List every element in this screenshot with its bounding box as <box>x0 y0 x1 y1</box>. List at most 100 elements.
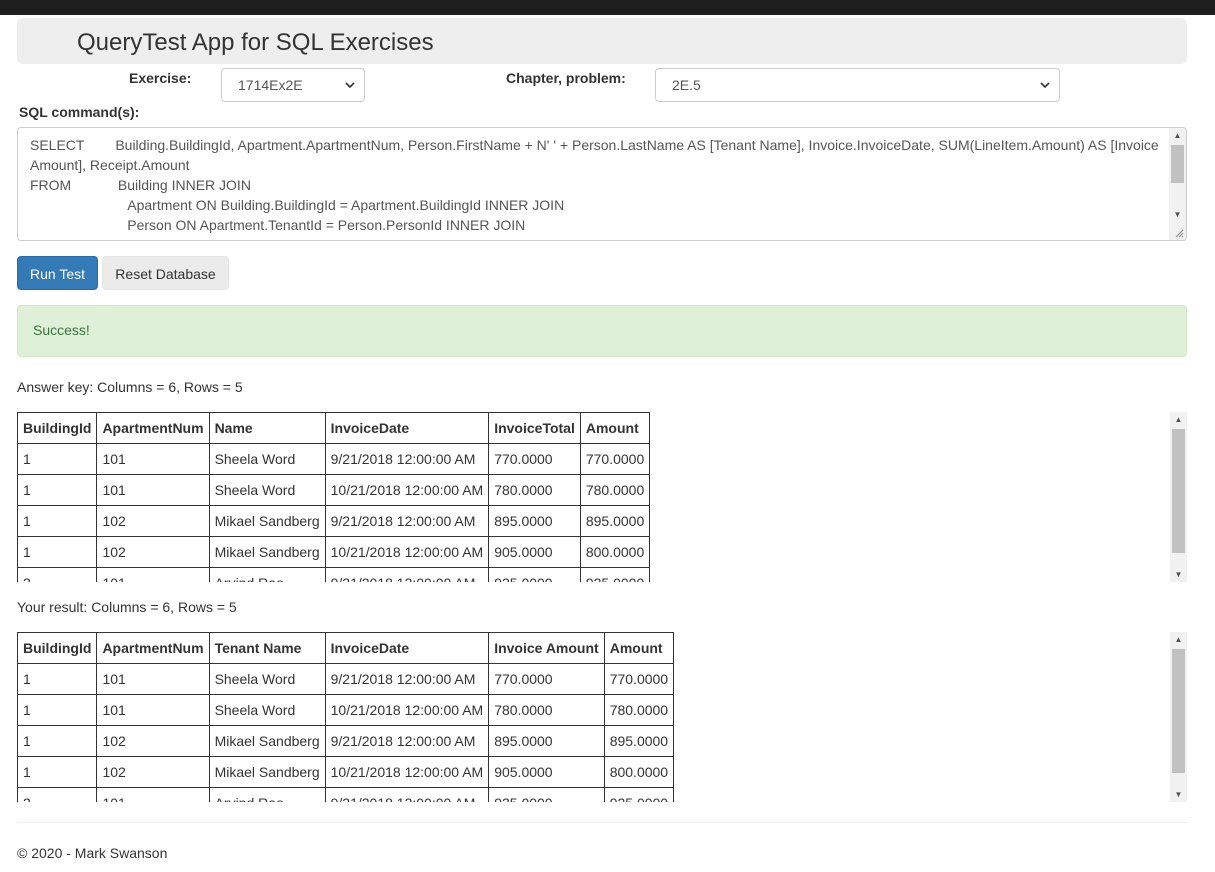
table-cell: 780.0000 <box>488 474 581 506</box>
chevron-down-icon <box>1040 82 1050 89</box>
table-row: 1 102 Mikael Sandberg 10/21/2018 12:00:00 A… <box>17 756 675 788</box>
chevron-down-icon <box>345 82 355 89</box>
column-header: Amount <box>603 632 675 664</box>
browser-top-bar <box>0 0 1215 15</box>
table-row: 1 102 Mikael Sandberg 10/21/2018 12:00:00 A… <box>17 536 651 568</box>
table-cell: 101 <box>96 567 210 582</box>
scrollbar-thumb[interactable] <box>1172 649 1185 773</box>
answer-key-table-container: BuildingId ApartmentNum Name InvoiceDate Inv… <box>17 412 1187 582</box>
column-header: BuildingId <box>17 632 98 664</box>
alert-message: Success! <box>33 322 90 338</box>
your-result-scrollbar[interactable]: ▲ ▼ <box>1170 632 1187 802</box>
table-row: 2101Arvind Rao9/21/2018 12:00:00 AM925.0… <box>17 567 651 582</box>
table-cell: 800.0000 <box>603 756 675 788</box>
table-cell: 895.0000 <box>488 505 581 537</box>
scroll-down-arrow-icon[interactable]: ▼ <box>1170 787 1187 802</box>
scroll-down-arrow-icon[interactable]: ▼ <box>1170 567 1187 582</box>
table-row: 1 102 Mikael Sandberg 9/21/2018 12:00:00 AM… <box>17 725 675 757</box>
scroll-up-arrow-icon[interactable]: ▲ <box>1169 128 1186 143</box>
table-cell: 101 <box>96 787 210 802</box>
answer-key-scrollbar[interactable]: ▲ ▼ <box>1170 412 1187 582</box>
scrollbar-thumb[interactable] <box>1172 429 1185 553</box>
run-test-button[interactable]: Run Test <box>17 256 98 290</box>
resize-grip-icon[interactable] <box>1174 228 1184 238</box>
table-cell: 1 <box>17 694 98 726</box>
column-header: Amount <box>579 412 651 444</box>
table-cell: 101 <box>96 663 210 695</box>
table-cell: 770.0000 <box>488 663 605 695</box>
table-cell: Mikael Sandberg <box>208 505 326 537</box>
table-cell: 101 <box>96 443 210 475</box>
table-cell: 1 <box>17 725 98 757</box>
table-cell: 102 <box>96 756 210 788</box>
table-row: 1 101 Sheela Word 10/21/2018 12:00:00 AM 780… <box>17 694 675 726</box>
table-row: 2101Arvind Rao9/21/2018 12:00:00 AM925.0… <box>17 787 675 802</box>
table-cell: 905.0000 <box>488 756 605 788</box>
chapter-problem-select[interactable]: 2E.5 <box>655 68 1060 102</box>
sql-textarea-scrollbar[interactable]: ▲ ▼ <box>1169 128 1186 240</box>
table-cell: Sheela Word <box>208 663 326 695</box>
table-cell: Mikael Sandberg <box>208 536 326 568</box>
app-header: QueryTest App for SQL Exercises <box>17 18 1187 64</box>
table-cell: 10/21/2018 12:00:00 AM <box>324 756 490 788</box>
exercise-select[interactable]: 1714Ex2E <box>221 68 365 102</box>
sql-command-textarea[interactable]: SELECT Building.BuildingId, Apartment.Ap… <box>17 127 1187 241</box>
table-cell: 1 <box>17 536 98 568</box>
table-cell: 1 <box>17 505 98 537</box>
column-header: ApartmentNum <box>96 632 210 664</box>
table-cell: 9/21/2018 12:00:00 AM <box>324 787 490 802</box>
table-cell: 1 <box>17 663 98 695</box>
table-cell: Sheela Word <box>208 694 326 726</box>
scroll-down-arrow-icon[interactable]: ▼ <box>1169 207 1186 222</box>
reset-database-button[interactable]: Reset Database <box>102 256 229 290</box>
table-cell: 925.0000 <box>488 567 581 582</box>
table-cell: 9/21/2018 12:00:00 AM <box>324 443 490 475</box>
table-cell: 102 <box>96 725 210 757</box>
table-cell: 925.0000 <box>488 787 605 802</box>
table-cell: 102 <box>96 536 210 568</box>
table-cell: 9/21/2018 12:00:00 AM <box>324 567 490 582</box>
scrollbar-thumb[interactable] <box>1171 145 1184 183</box>
table-header-row: BuildingId ApartmentNum Tenant Name Invoice… <box>17 632 675 664</box>
table-cell: 780.0000 <box>488 694 605 726</box>
table-cell: 925.0000 <box>603 787 675 802</box>
table-cell: 102 <box>96 505 210 537</box>
your-result-caption: Your result: Columns = 6, Rows = 5 <box>17 599 237 615</box>
table-cell: 895.0000 <box>579 505 651 537</box>
table-cell: 905.0000 <box>488 536 581 568</box>
footer-copyright: © 2020 - Mark Swanson <box>17 845 168 861</box>
exercise-label: Exercise: <box>129 70 192 86</box>
table-cell: 770.0000 <box>579 443 651 475</box>
table-cell: 800.0000 <box>579 536 651 568</box>
table-cell: Arvind Rao <box>208 567 326 582</box>
table-cell: 9/21/2018 12:00:00 AM <box>324 725 490 757</box>
column-header: ApartmentNum <box>96 412 210 444</box>
column-header: Invoice Amount <box>488 632 605 664</box>
table-cell: 770.0000 <box>603 663 675 695</box>
column-header: Tenant Name <box>208 632 326 664</box>
table-cell: Mikael Sandberg <box>208 756 326 788</box>
table-cell: 1 <box>17 443 98 475</box>
chapter-problem-select-value: 2E.5 <box>672 77 701 93</box>
table-cell: 2 <box>17 787 98 802</box>
column-header: InvoiceDate <box>324 632 490 664</box>
table-cell: 780.0000 <box>603 694 675 726</box>
table-cell: 895.0000 <box>603 725 675 757</box>
table-cell: 1 <box>17 474 98 506</box>
column-header: Name <box>208 412 326 444</box>
table-row: 1 102 Mikael Sandberg 9/21/2018 12:00:00 AM… <box>17 505 651 537</box>
table-row: 1 101 Sheela Word 9/21/2018 12:00:00 AM 770.… <box>17 663 675 695</box>
chapter-problem-label: Chapter, problem: <box>506 70 626 86</box>
table-cell: 1 <box>17 756 98 788</box>
column-header: BuildingId <box>17 412 98 444</box>
your-result-table-container: BuildingId ApartmentNum Tenant Name Invoice… <box>17 632 1187 802</box>
table-cell: 780.0000 <box>579 474 651 506</box>
scroll-up-arrow-icon[interactable]: ▲ <box>1170 412 1187 427</box>
table-cell: 9/21/2018 12:00:00 AM <box>324 505 490 537</box>
answer-key-caption: Answer key: Columns = 6, Rows = 5 <box>17 379 243 395</box>
scroll-up-arrow-icon[interactable]: ▲ <box>1170 632 1187 647</box>
success-alert: Success! <box>17 305 1187 357</box>
table-row: 1 101 Sheela Word 10/21/2018 12:00:00 AM 780… <box>17 474 651 506</box>
table-cell: Sheela Word <box>208 474 326 506</box>
table-cell: 895.0000 <box>488 725 605 757</box>
